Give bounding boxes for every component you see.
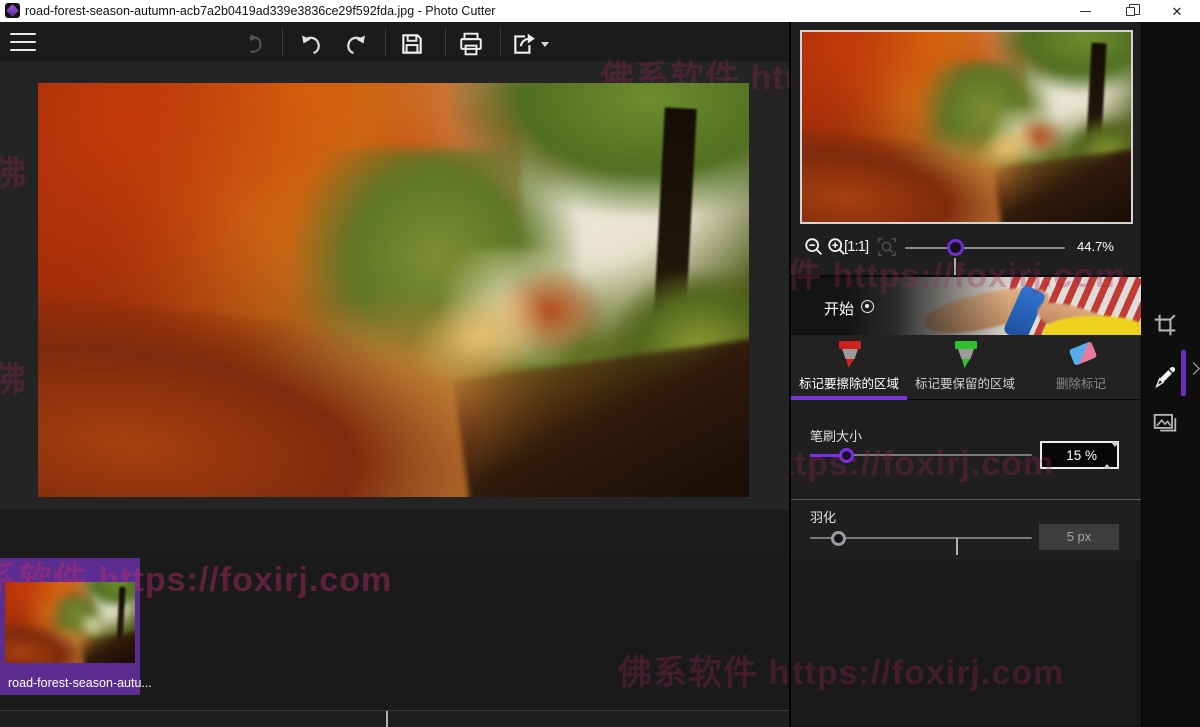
mark-tabs: 标记要擦除的区域 标记要保留的区域 删除标记 — [791, 335, 1141, 400]
start-eye-icon — [861, 300, 874, 313]
file-navigation-bar: C:\ Users xuyueji 桌面 — [0, 510, 789, 557]
feather-value-box: 5 px — [1039, 524, 1119, 550]
minimize-icon — [1080, 11, 1091, 12]
restore-button[interactable] — [1113, 0, 1147, 22]
brush-size-label: 笔刷大小 — [810, 426, 862, 445]
close-icon: ✕ — [1172, 5, 1183, 18]
tab-mark-erase-area[interactable]: 标记要擦除的区域 — [791, 335, 907, 400]
stepper-up-icon[interactable] — [1103, 447, 1111, 469]
main-toolbar — [0, 22, 789, 62]
tool-strip — [1141, 22, 1200, 727]
chevron-down-icon — [386, 711, 388, 727]
brush-size-input[interactable]: 15 % — [1040, 441, 1119, 469]
eraser-icon — [1069, 341, 1098, 366]
undo-button[interactable] — [297, 30, 325, 58]
image-tool-button[interactable] — [1152, 410, 1180, 438]
start-banner[interactable]: 开始 — [791, 277, 1141, 335]
save-button[interactable] — [398, 30, 426, 58]
zoom-percentage: 44.7% — [1077, 239, 1114, 254]
restore-icon — [1126, 7, 1135, 16]
collapse-strip-button[interactable] — [386, 711, 388, 726]
stepper-down-icon[interactable] — [1111, 442, 1119, 464]
photo-cutter-window: road-forest-season-autumn-acb7a2b0419ad3… — [0, 0, 1200, 727]
redo-icon — [344, 32, 368, 56]
bottom-collapse-bar — [0, 710, 789, 727]
zoom-out-button[interactable] — [803, 236, 827, 260]
app-icon — [5, 3, 20, 18]
tab-delete-marks[interactable]: 删除标记 — [1023, 335, 1139, 400]
active-tool-indicator — [1181, 350, 1186, 396]
green-marker-icon — [953, 341, 979, 369]
undo-all-icon — [241, 32, 265, 56]
save-icon — [399, 31, 425, 57]
brush-size-slider-thumb[interactable] — [839, 448, 854, 463]
brush-size-value: 15 % — [1066, 448, 1097, 463]
zoom-slider-track[interactable] — [905, 247, 1065, 249]
print-icon — [458, 31, 484, 57]
tab-mark-keep-area[interactable]: 标记要保留的区域 — [907, 335, 1023, 400]
zoom-slider-thumb[interactable] — [947, 239, 964, 256]
share-dropdown-caret[interactable] — [541, 42, 549, 47]
brush-size-stepper[interactable] — [1103, 447, 1113, 467]
fit-screen-button[interactable] — [876, 236, 900, 260]
actual-size-button[interactable]: [1:1] — [844, 238, 868, 255]
title-bar: road-forest-season-autumn-acb7a2b0419ad3… — [0, 0, 1200, 22]
red-marker-icon — [837, 341, 863, 369]
preview-image — [802, 32, 1131, 222]
undo-all-button[interactable] — [239, 30, 267, 58]
redo-button[interactable] — [342, 30, 370, 58]
undo-icon — [299, 32, 323, 56]
navigator-preview[interactable] — [800, 30, 1133, 224]
share-button[interactable] — [510, 30, 538, 58]
active-tab-underline — [791, 396, 907, 400]
start-label: 开始 — [824, 298, 854, 319]
image-icon — [1152, 410, 1178, 436]
close-button[interactable]: ✕ — [1160, 0, 1194, 22]
cutter-pen-icon — [1152, 362, 1180, 390]
crop-icon — [1152, 312, 1178, 338]
feather-value: 5 px — [1067, 529, 1092, 544]
window-title: road-forest-season-autumn-acb7a2b0419ad3… — [25, 4, 495, 18]
chevron-down-icon — [956, 538, 958, 555]
thumbnail-filename: road-forest-season-autu... — [8, 676, 152, 690]
expand-panel-chevron[interactable] — [1187, 362, 1200, 375]
main-image[interactable] — [38, 83, 749, 497]
brush-controls: 笔刷大小 15 % 羽化 5 px — [791, 400, 1141, 560]
panel-lower-area — [791, 560, 1143, 727]
cutter-tool-button[interactable] — [1152, 362, 1180, 390]
crop-tool-button[interactable] — [1152, 312, 1180, 340]
feather-slider-thumb[interactable] — [831, 531, 846, 546]
print-button[interactable] — [457, 30, 485, 58]
zoom-out-icon — [803, 236, 825, 258]
share-icon — [511, 31, 537, 57]
minimize-button[interactable] — [1068, 0, 1102, 22]
feather-label: 羽化 — [810, 507, 836, 526]
right-panel: [1:1] 44.7% 开始 标记要擦除的区域 标记要保留的区域 — [789, 22, 1141, 727]
thumbnail-image[interactable] — [5, 582, 135, 663]
menu-button[interactable] — [10, 33, 36, 51]
zoom-fit-icon — [876, 236, 898, 258]
collapse-preview-button[interactable] — [954, 260, 956, 275]
chevron-up-icon — [954, 258, 956, 275]
collapse-controls-button[interactable] — [956, 538, 958, 553]
zoom-bar: [1:1] 44.7% — [791, 226, 1143, 280]
